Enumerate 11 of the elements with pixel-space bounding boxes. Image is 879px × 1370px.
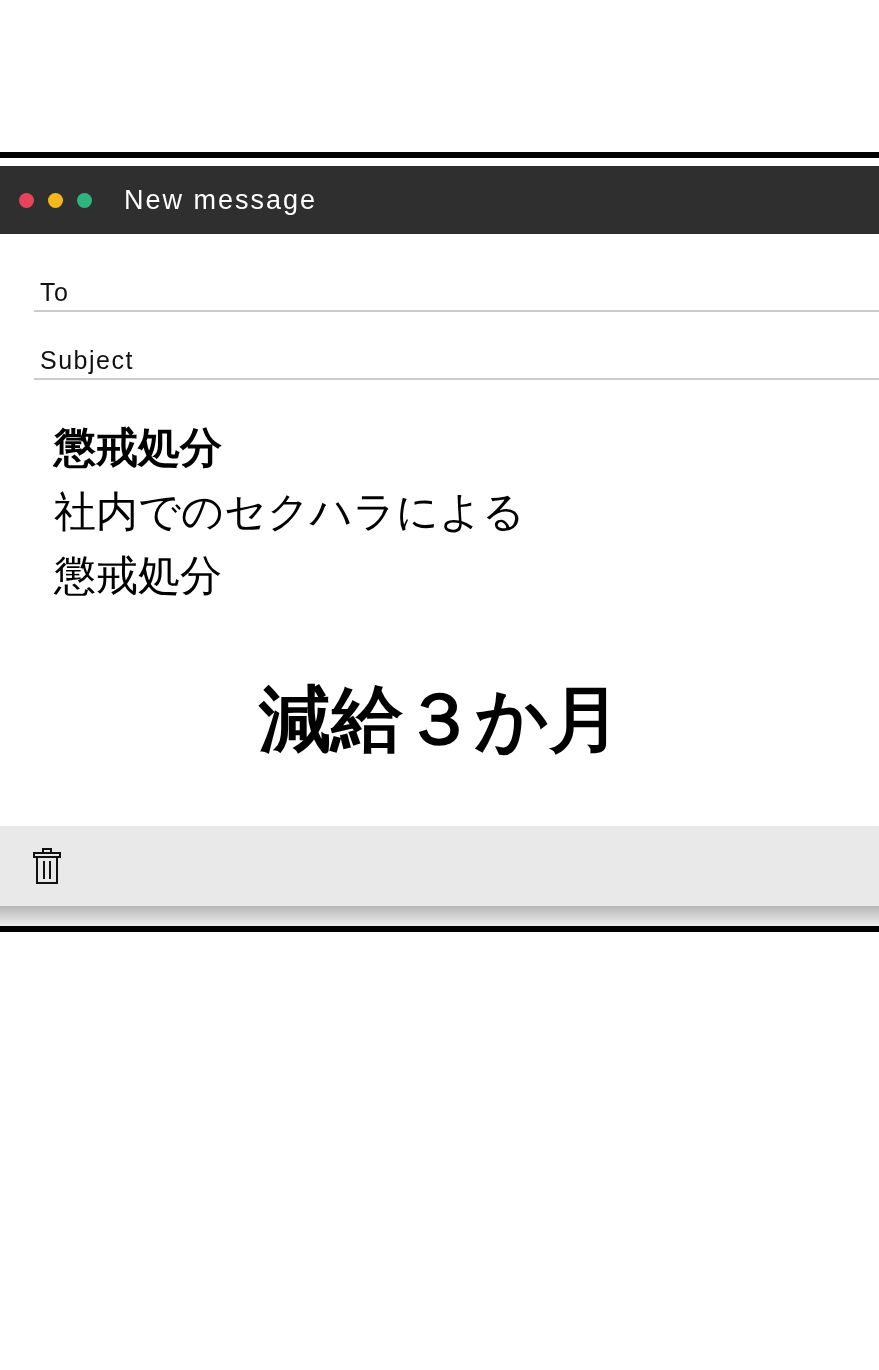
message-text: 社内でのセクハラによる [54,486,526,538]
input-field[interactable]: To [34,276,879,312]
trash-icon[interactable] [33,848,61,884]
window-control-dot[interactable] [48,192,63,208]
emphasis-text: 減給３か月 [258,676,621,763]
window-title: New message [124,184,318,216]
window-control-dot[interactable] [19,192,34,208]
message-heading: 懲戒処分 [54,422,223,474]
input-field[interactable]: Subject [34,344,879,380]
message-text: 懲戒処分 [54,550,223,602]
window-control-dot[interactable] [77,192,92,208]
